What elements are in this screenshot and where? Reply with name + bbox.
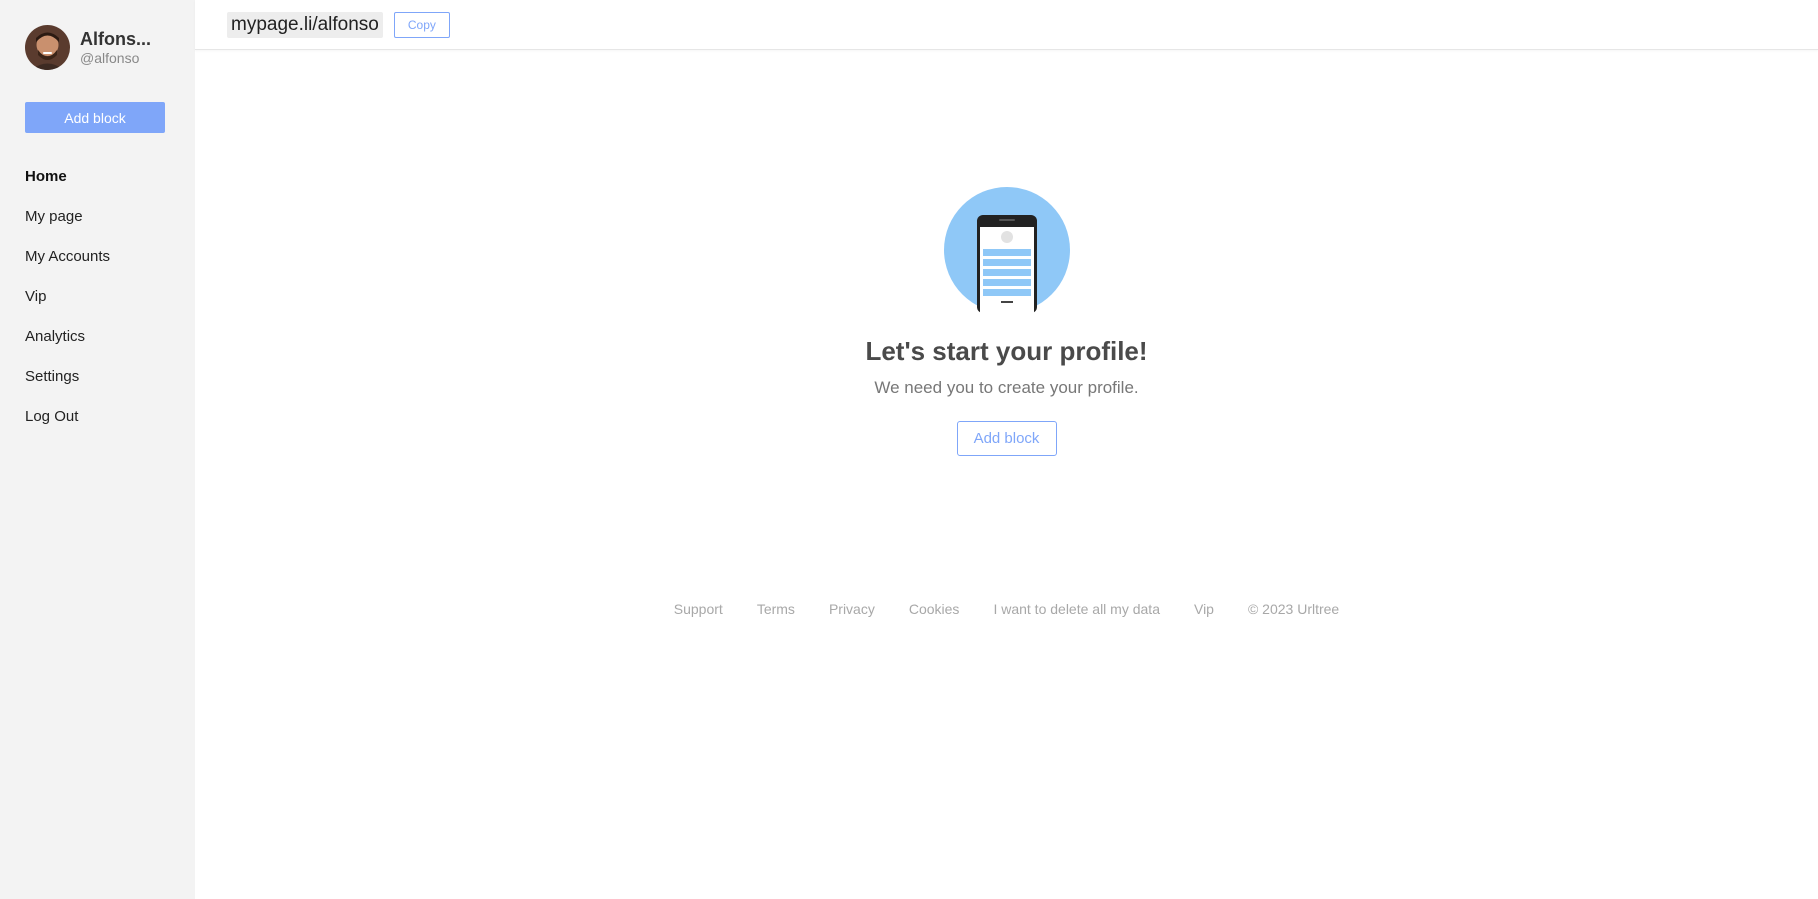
top-bar: mypage.li/alfonso Copy <box>195 0 1818 50</box>
empty-state-subtitle: We need you to create your profile. <box>874 378 1139 397</box>
empty-state: Let's start your profile! We need you to… <box>195 187 1818 456</box>
copy-url-button[interactable]: Copy <box>393 11 450 38</box>
main-content: mypage.li/alfonso Copy Let's start your … <box>195 0 1818 899</box>
sidebar-item-settings[interactable]: Settings <box>25 367 195 407</box>
profile-summary[interactable]: Alfons... @alfonso <box>25 25 195 70</box>
footer-link-privacy[interactable]: Privacy <box>829 600 875 618</box>
sidebar-item-analytics[interactable]: Analytics <box>25 327 195 367</box>
footer-link-terms[interactable]: Terms <box>757 600 795 618</box>
page-url[interactable]: mypage.li/alfonso <box>227 11 383 38</box>
sidebar-add-block-button[interactable]: Add block <box>25 102 165 133</box>
sidebar-item-log-out[interactable]: Log Out <box>25 407 195 447</box>
sidebar-item-my-page[interactable]: My page <box>25 207 195 247</box>
app-root: Alfons... @alfonso Add block Home My pag… <box>0 0 1818 899</box>
profile-handle: @alfonso <box>80 50 140 66</box>
footer-link-vip[interactable]: Vip <box>1194 600 1214 618</box>
footer-copyright: © 2023 Urltree <box>1247 601 1340 617</box>
empty-state-title: Let's start your profile! <box>865 336 1148 366</box>
footer: Support Terms Privacy Cookies I want to … <box>195 600 1818 618</box>
sidebar-item-my-accounts[interactable]: My Accounts <box>25 247 195 287</box>
sidebar-item-home[interactable]: Home <box>25 167 195 207</box>
avatar[interactable] <box>25 25 70 70</box>
phone-illustration-icon <box>943 187 1070 313</box>
footer-link-delete-data[interactable]: I want to delete all my data <box>993 600 1160 618</box>
footer-link-support[interactable]: Support <box>674 600 723 618</box>
sidebar-item-vip[interactable]: Vip <box>25 287 195 327</box>
sidebar: Alfons... @alfonso Add block Home My pag… <box>0 0 195 899</box>
footer-link-cookies[interactable]: Cookies <box>909 600 960 618</box>
add-block-button[interactable]: Add block <box>956 421 1057 456</box>
sidebar-nav: Home My page My Accounts Vip Analytics S… <box>25 167 195 447</box>
profile-name: Alfons... <box>80 29 151 49</box>
